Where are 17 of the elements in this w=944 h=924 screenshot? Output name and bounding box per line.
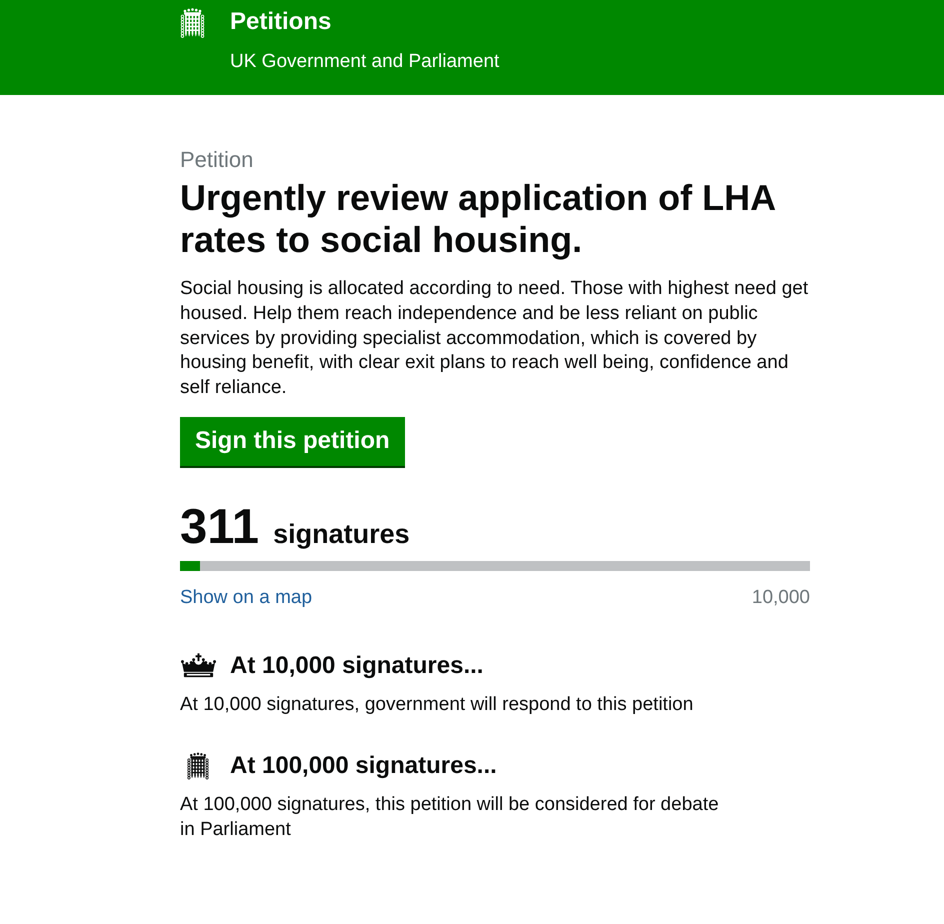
petition-description: Social housing is allocated according to need. Those with highest need get housed. Help them reach independence and be less reliant on public services by providing specialist accommodation, which is covered by housing benefit, with clear exit plans to reach well being, confidence and self reliance. <box>180 277 810 400</box>
milestone-description: At 100,000 signatures, this petition will be considered for debate in Parliament <box>180 792 720 842</box>
sign-petition-button[interactable]: Sign this petition <box>180 416 405 466</box>
petition-title: Urgently review application of LHA rates to social housing. <box>180 177 776 261</box>
site-title[interactable]: Petitions <box>230 8 500 36</box>
milestone-heading: At 100,000 signatures... <box>230 750 497 781</box>
crown-icon <box>180 653 216 678</box>
site-subtitle: UK Government and Parliament <box>230 50 500 74</box>
milestone-heading: At 10,000 signatures... <box>230 650 484 681</box>
signatures-label: signatures <box>273 518 410 549</box>
milestone-description: At 10,000 signatures, government will respond to this petition <box>180 692 694 717</box>
portcullis-icon <box>187 750 209 781</box>
target-count: 10,000 <box>752 586 810 610</box>
petition-label: Petition <box>180 148 254 172</box>
signature-count: 311 <box>180 500 260 553</box>
show-map-link[interactable]: Show on a map <box>180 586 312 610</box>
portcullis-icon <box>180 8 205 38</box>
